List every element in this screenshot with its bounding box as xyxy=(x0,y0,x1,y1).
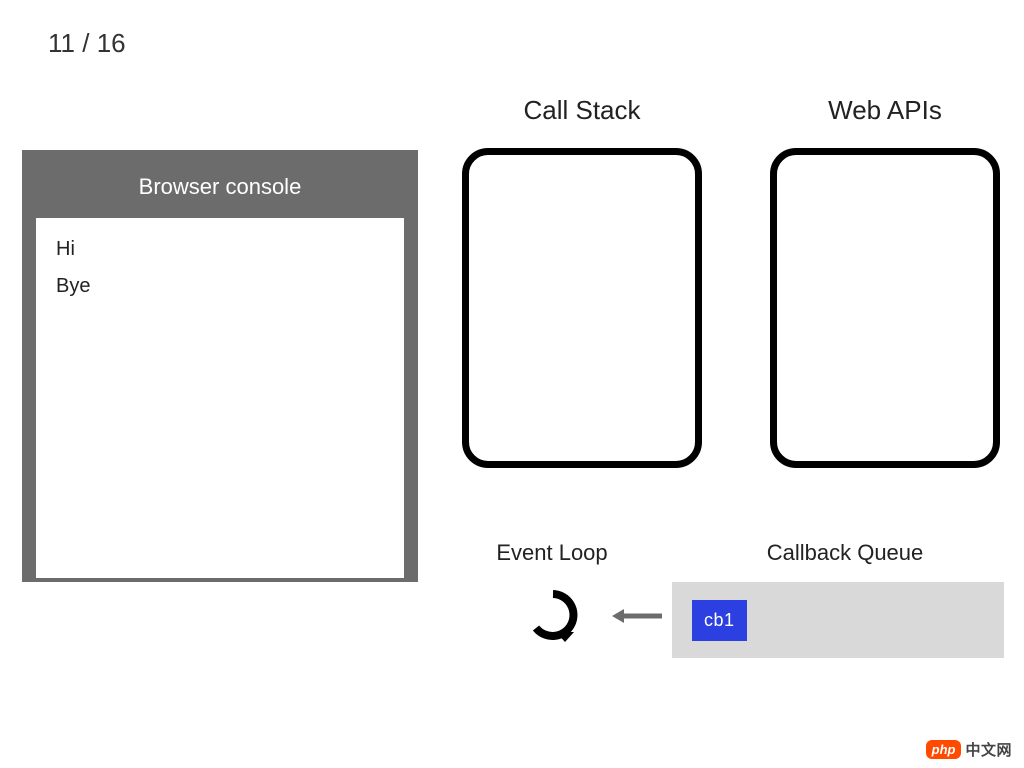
web-apis-title: Web APIs xyxy=(770,95,1000,126)
console-line: Hi xyxy=(56,238,384,261)
web-apis-box xyxy=(770,148,1000,468)
call-stack-title: Call Stack xyxy=(462,95,702,126)
page-counter: 11 / 16 xyxy=(48,28,126,59)
event-loop-title: Event Loop xyxy=(462,540,642,566)
browser-console-panel: Browser console Hi Bye xyxy=(22,150,418,582)
page-current: 11 xyxy=(48,28,75,58)
arrow-left-icon xyxy=(610,606,664,631)
watermark-text: 中文网 xyxy=(965,739,1012,760)
callback-item: cb1 xyxy=(692,600,747,641)
callback-queue-box: cb1 xyxy=(672,582,1004,658)
call-stack-box xyxy=(462,148,702,468)
page-total: 16 xyxy=(97,28,126,58)
watermark-badge: php xyxy=(926,740,962,759)
console-body: Hi Bye xyxy=(36,218,404,578)
callback-queue-title: Callback Queue xyxy=(720,540,970,566)
watermark: php 中文网 xyxy=(926,739,1012,760)
console-line: Bye xyxy=(56,275,384,298)
console-title: Browser console xyxy=(36,164,404,218)
loop-icon xyxy=(526,588,580,647)
